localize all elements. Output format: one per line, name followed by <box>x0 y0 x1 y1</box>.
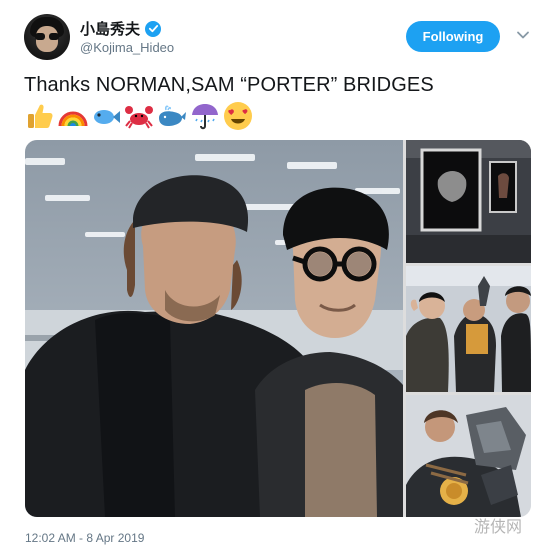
watermark: 游侠网 <box>474 517 523 536</box>
whale-icon <box>159 105 186 126</box>
crab-icon <box>125 106 153 129</box>
user-handle[interactable]: @Kojima_Hideo <box>80 40 174 55</box>
thumbs-up-icon <box>28 104 53 128</box>
tweet-timestamp[interactable]: 12:02 AM - 8 Apr 2019 <box>25 531 144 545</box>
heart-eyes-icon <box>224 102 252 130</box>
media-grid <box>25 140 531 517</box>
tweet-header: 小島秀夫 @Kojima_Hideo Following <box>24 14 534 64</box>
umbrella-icon <box>192 104 218 130</box>
photo-porter-figure-closeup[interactable] <box>406 395 531 517</box>
tweet-text: Thanks NORMAN,SAM “PORTER” BRIDGES <box>24 74 434 96</box>
fish-icon <box>94 110 120 124</box>
avatar[interactable] <box>24 14 70 60</box>
display-name[interactable]: 小島秀夫 <box>80 18 140 39</box>
following-button[interactable]: Following <box>406 21 500 52</box>
verified-badge-icon <box>145 20 162 37</box>
emoji-row <box>24 100 254 132</box>
chevron-down-icon[interactable] <box>516 28 530 42</box>
photo-two-men-office[interactable] <box>25 140 403 517</box>
name-row: 小島秀夫 <box>80 18 162 39</box>
photo-framed-artwork-wall[interactable] <box>406 140 531 263</box>
photo-group-with-figure[interactable] <box>406 266 531 392</box>
rainbow-icon <box>58 111 88 127</box>
